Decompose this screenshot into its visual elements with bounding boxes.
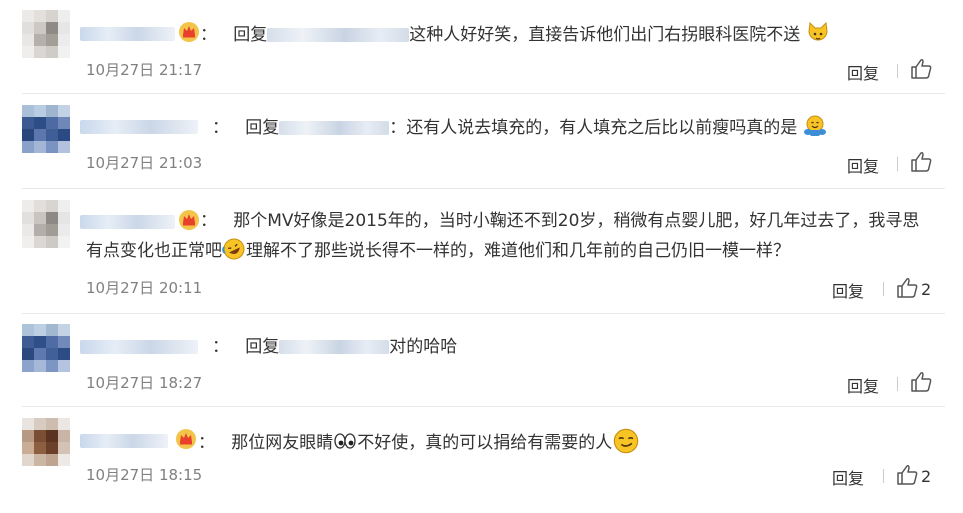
username-blurred[interactable] xyxy=(80,434,168,448)
comment-text-continued: 有点变化也正常吧 理解不了那些说长得不一样的，难道他们和几年前的自己仍旧一模一样… xyxy=(86,237,790,264)
smirk-face-icon xyxy=(613,428,639,454)
action-divider xyxy=(883,282,884,296)
comment-item: ： 回复 这种人好好笑，直接告诉他们出门右拐眼科医院不送 10月27日 21:17… xyxy=(0,0,963,94)
avatar[interactable] xyxy=(22,418,70,466)
eyes-icon xyxy=(334,433,356,449)
username-blurred[interactable] xyxy=(80,27,175,41)
comment-time: 10月27日 18:15 xyxy=(86,466,203,484)
comment-item: ： 回复 对的哈哈 10月27日 18:27 回复 xyxy=(0,314,963,407)
thumbs-up-icon[interactable] xyxy=(910,58,934,80)
action-divider xyxy=(897,377,898,391)
comment-time: 10月27日 21:17 xyxy=(86,61,203,79)
cat-face-icon xyxy=(808,21,828,41)
comment-list: ： 回复 这种人好好笑，直接告诉他们出门右拐眼科医院不送 10月27日 21:17… xyxy=(0,0,963,513)
comment-time: 10月27日 18:27 xyxy=(86,374,203,392)
avatar[interactable] xyxy=(22,10,70,58)
comment-item: ： 那位网友眼睛 不好使，真的可以捐给有需要的人 10月27日 18:15 回复… xyxy=(0,407,963,513)
action-divider xyxy=(897,64,898,78)
like-count: 2 xyxy=(921,280,932,299)
reply-button[interactable]: 回复 xyxy=(847,60,879,84)
reply-prefix: 回复 xyxy=(233,25,268,45)
mention-blurred[interactable] xyxy=(267,28,410,42)
mention-blurred[interactable] xyxy=(279,340,390,354)
comment-text: ： 回复 这种人好好笑，直接告诉他们出门右拐眼科医院不送 xyxy=(200,21,830,48)
thumbs-up-icon[interactable] xyxy=(910,371,934,393)
reply-prefix: 回复 xyxy=(245,118,280,138)
comment-time: 10月27日 21:03 xyxy=(86,154,203,172)
reply-button[interactable]: 回复 xyxy=(832,465,864,489)
thumbs-up-icon[interactable] xyxy=(896,277,920,299)
reply-button[interactable]: 回复 xyxy=(847,373,879,397)
reply-button[interactable]: 回复 xyxy=(832,278,864,302)
username-blurred[interactable] xyxy=(80,215,175,229)
avatar[interactable] xyxy=(22,324,70,372)
thumbs-up-icon[interactable] xyxy=(896,464,920,486)
comment-text: ： 那位网友眼睛 不好使，真的可以捐给有需要的人 xyxy=(198,427,640,456)
reply-button[interactable]: 回复 xyxy=(847,153,879,177)
action-divider xyxy=(897,157,898,171)
username-blurred[interactable] xyxy=(80,120,198,134)
rolling-laugh-icon xyxy=(222,238,245,260)
comment-item: ： 那个MV好像是2015年的，当时小鞠还不到20岁，稍微有点婴儿肥，好几年过去… xyxy=(0,189,963,314)
comment-text: ： 那个MV好像是2015年的，当时小鞠还不到20岁，稍微有点婴儿肥，好几年过去… xyxy=(200,211,920,231)
mention-blurred[interactable] xyxy=(279,121,390,135)
comment-item: ： 回复 ：还有人说去填充的，有人填充之后比以前瘦吗真的是 10月27日 21:0… xyxy=(0,94,963,189)
thumbs-up-icon[interactable] xyxy=(910,151,934,173)
comment-text: ： 回复 对的哈哈 xyxy=(212,337,458,357)
crown-badge-icon xyxy=(179,22,199,42)
crown-badge-icon xyxy=(176,429,196,449)
username-blurred[interactable] xyxy=(80,340,198,354)
avatar[interactable] xyxy=(22,105,70,153)
action-divider xyxy=(883,469,884,483)
crown-badge-icon xyxy=(179,210,199,230)
hugging-face-icon xyxy=(803,115,826,136)
comment-text: ： 回复 ：还有人说去填充的，有人填充之后比以前瘦吗真的是 xyxy=(212,114,827,141)
like-count: 2 xyxy=(921,467,932,486)
comment-time: 10月27日 20:11 xyxy=(86,279,203,297)
reply-prefix: 回复 xyxy=(245,337,280,357)
avatar[interactable] xyxy=(22,200,70,248)
